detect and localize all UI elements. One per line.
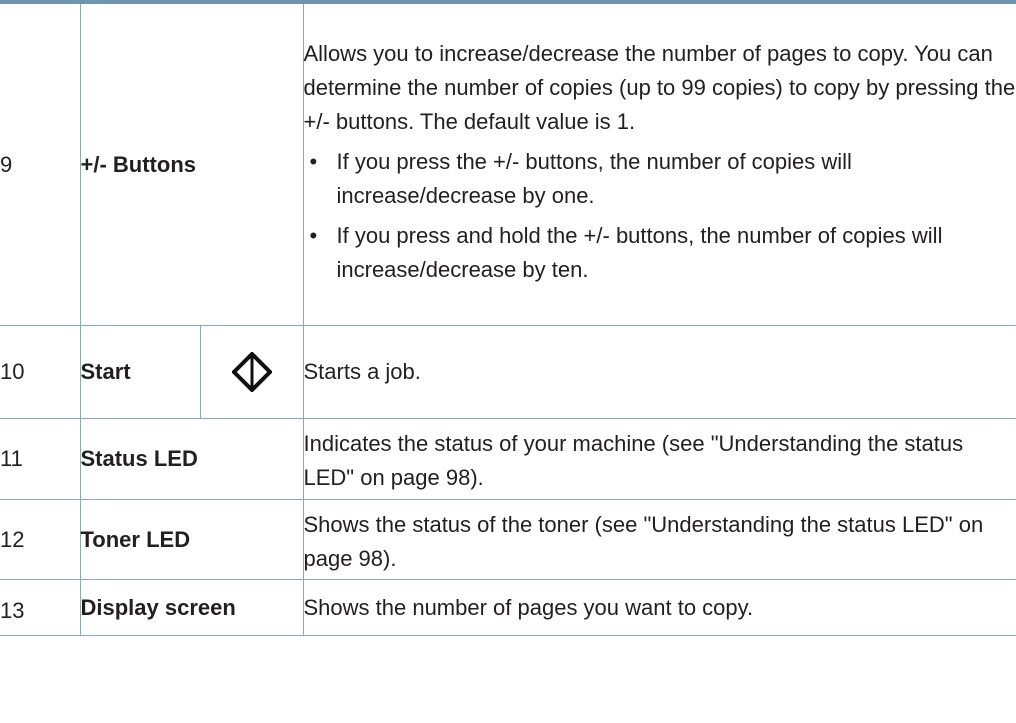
table-row: 11 Status LED Indicates the status of yo… [0, 418, 1016, 500]
table-row: 13 Display screen Shows the number of pa… [0, 579, 1016, 636]
bullet-list: • If you press the +/- buttons, the numb… [304, 145, 1016, 287]
bullet-icon: • [309, 148, 318, 174]
control-name: Display screen [80, 579, 304, 636]
control-description: Shows the number of pages you want to co… [303, 579, 1016, 636]
bullet-text: If you press and hold the +/- buttons, t… [336, 222, 943, 282]
start-icon-cell [200, 325, 304, 419]
row-number: 11 [0, 418, 81, 500]
control-name: Start [80, 325, 201, 419]
start-diamond-icon [231, 352, 272, 392]
row-number: 10 [0, 325, 81, 419]
row-number: 9 [0, 4, 81, 326]
control-name: Toner LED [80, 499, 304, 580]
control-name: Status LED [80, 418, 304, 500]
row-number: 12 [0, 499, 81, 580]
table-row: 10 Start Starts a job. [0, 325, 1016, 419]
description-text: Allows you to increase/decrease the numb… [303, 40, 1016, 134]
control-name: +/- Buttons [80, 4, 304, 326]
bullet-icon: • [309, 222, 318, 248]
row-number: 13 [0, 579, 81, 636]
table-row: 9 +/- Buttons Allows you to increase/dec… [0, 4, 1016, 326]
list-item: • If you press the +/- buttons, the numb… [304, 145, 1016, 213]
manual-page: 9 +/- Buttons Allows you to increase/dec… [0, 0, 1016, 723]
control-panel-table: 9 +/- Buttons Allows you to increase/dec… [0, 4, 1016, 636]
bullet-text: If you press the +/- buttons, the number… [336, 148, 852, 208]
control-description: Allows you to increase/decrease the numb… [303, 4, 1016, 326]
control-description: Starts a job. [303, 325, 1016, 419]
list-item: • If you press and hold the +/- buttons,… [304, 219, 1016, 287]
control-description: Shows the status of the toner (see "Unde… [303, 499, 1016, 580]
table-row: 12 Toner LED Shows the status of the ton… [0, 499, 1016, 580]
control-description: Indicates the status of your machine (se… [303, 418, 1016, 500]
